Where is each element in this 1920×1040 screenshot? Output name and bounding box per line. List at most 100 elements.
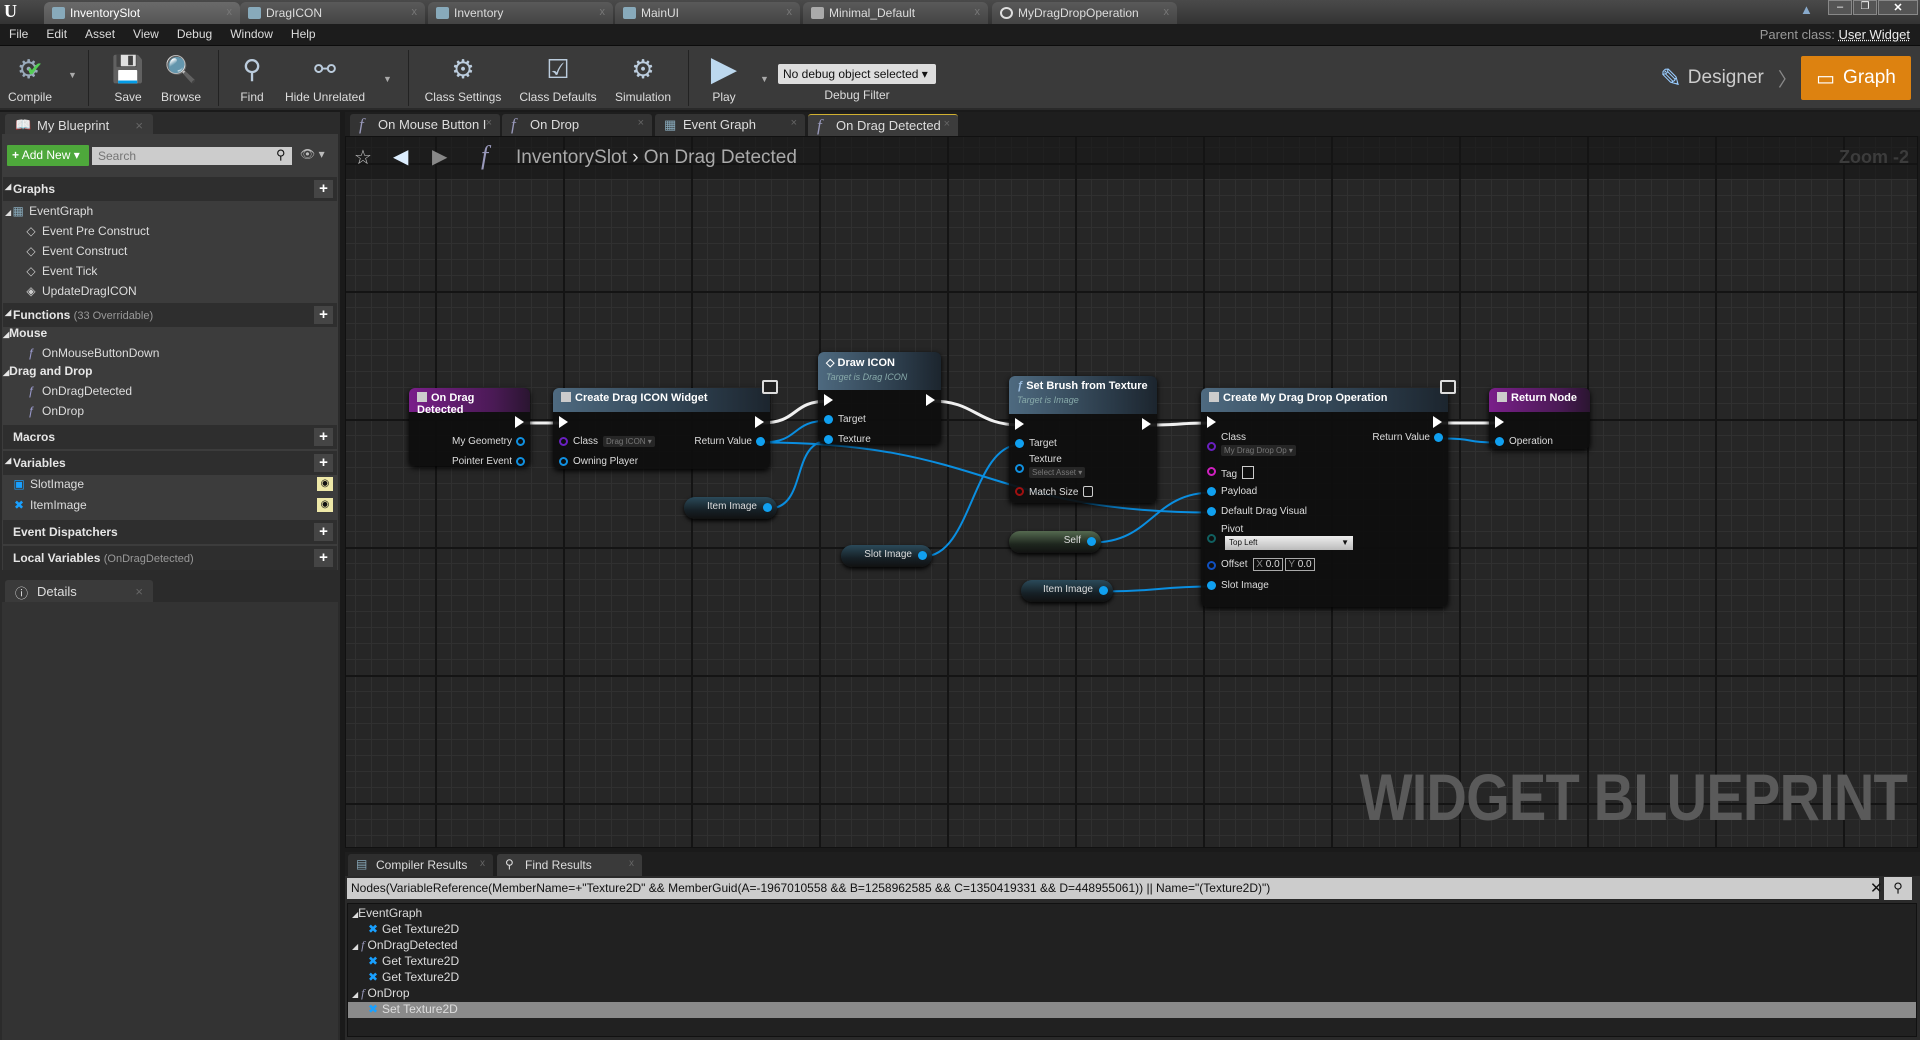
- class-defaults-button[interactable]: ☑ Class Defaults: [516, 50, 600, 105]
- menu-window[interactable]: Window: [221, 24, 282, 41]
- return-value-pin[interactable]: [756, 437, 765, 446]
- node-get-slot-image[interactable]: Slot Image: [841, 545, 932, 567]
- close-tab-icon[interactable]: x: [227, 6, 233, 18]
- result-item[interactable]: ◢ f OnDragDetected: [348, 938, 1916, 954]
- node-get-item-image[interactable]: Item Image: [1021, 580, 1113, 602]
- close-tab-icon[interactable]: ×: [791, 117, 797, 129]
- close-tab-icon[interactable]: x: [480, 858, 485, 869]
- menu-view[interactable]: View: [124, 24, 168, 41]
- favorite-star-icon[interactable]: ☆: [354, 145, 372, 170]
- section-event-dispatchers[interactable]: Event Dispatchers +: [3, 520, 337, 544]
- tag-pin[interactable]: [1207, 467, 1216, 476]
- exec-out-pin[interactable]: [755, 416, 764, 428]
- target-pin[interactable]: [824, 415, 833, 424]
- minimize-button[interactable]: –: [1828, 0, 1852, 15]
- graph-tab-on-drag-detected[interactable]: f On Drag Detected ×: [808, 114, 958, 136]
- slot-image-pin[interactable]: [1207, 581, 1216, 590]
- self-out-pin[interactable]: [1087, 537, 1096, 546]
- exec-in-pin[interactable]: [1015, 418, 1024, 430]
- target-pin[interactable]: [1015, 439, 1024, 448]
- maximize-button[interactable]: ❐: [1853, 0, 1877, 15]
- result-item[interactable]: ◢ f OnDrop: [348, 986, 1916, 1002]
- simulation-button[interactable]: ⚙ Simulation: [612, 50, 674, 105]
- exec-out-pin[interactable]: [926, 394, 935, 406]
- forward-arrow-icon[interactable]: ▶: [432, 144, 447, 169]
- clear-search-icon[interactable]: ✕: [1870, 879, 1883, 897]
- parent-class-link[interactable]: User Widget: [1838, 27, 1910, 42]
- section-macros[interactable]: Macros +: [3, 425, 337, 449]
- class-dropdown[interactable]: My Drag Drop Op ▾: [1221, 445, 1296, 456]
- tree-item-event[interactable]: ◈ UpdateDragICON: [24, 284, 136, 298]
- operation-pin[interactable]: [1495, 437, 1504, 446]
- add-graph-button[interactable]: +: [314, 180, 333, 198]
- add-local-variable-button[interactable]: +: [314, 549, 333, 567]
- default-drag-visual-pin[interactable]: [1207, 507, 1216, 516]
- play-options-dropdown[interactable]: ▼: [760, 74, 769, 84]
- breadcrumb-root[interactable]: InventorySlot: [516, 147, 627, 168]
- hide-unrelated-dropdown[interactable]: ▼: [383, 74, 392, 84]
- slot-image-out-pin[interactable]: [918, 551, 927, 560]
- exec-out-pin[interactable]: [1433, 416, 1442, 428]
- compile-options-dropdown[interactable]: ▼: [68, 70, 77, 80]
- node-on-drag-detected[interactable]: On Drag Detected My Geometry Pointer Eve…: [409, 388, 530, 467]
- pivot-pin[interactable]: [1207, 534, 1216, 543]
- close-window-button[interactable]: ✕: [1878, 0, 1918, 15]
- offset-y-input[interactable]: Y 0.0: [1285, 558, 1315, 571]
- close-tab-icon[interactable]: ×: [486, 117, 492, 129]
- offset-x-input[interactable]: X 0.0: [1253, 558, 1283, 571]
- tree-item-function[interactable]: ƒ OnDragDetected: [24, 384, 132, 398]
- graph-tab-on-mouse-button-down[interactable]: f On Mouse Button I ×: [350, 114, 500, 136]
- class-pin[interactable]: [1207, 442, 1216, 451]
- section-local-variables[interactable]: Local Variables (OnDragDetected) +: [3, 546, 337, 570]
- search-input[interactable]: [92, 147, 292, 165]
- graph-tab-on-drop[interactable]: f On Drop ×: [502, 114, 652, 136]
- payload-pin[interactable]: [1207, 487, 1216, 496]
- find-button[interactable]: ⚲ Find: [230, 50, 274, 105]
- my-geometry-pin[interactable]: [516, 437, 525, 446]
- tree-item-event[interactable]: ◇ Event Construct: [24, 244, 127, 258]
- category-drag-and-drop[interactable]: ◢Drag and Drop: [3, 364, 93, 378]
- tree-item-event[interactable]: ◇ Event Tick: [24, 264, 97, 278]
- view-options-eye-icon[interactable]: 👁 ▾: [300, 147, 325, 161]
- node-self[interactable]: Self: [1009, 531, 1101, 553]
- close-tab-icon[interactable]: x: [787, 6, 793, 18]
- close-tab-icon[interactable]: ×: [135, 118, 143, 133]
- add-function-button[interactable]: +: [314, 306, 333, 324]
- designer-mode-button[interactable]: ✎ Designer 〉: [1660, 58, 1797, 98]
- visibility-eye-toggle[interactable]: ◉: [317, 477, 333, 491]
- window-tab-dragicon[interactable]: DragICON x: [240, 2, 425, 24]
- tree-item-event[interactable]: ◇ Event Pre Construct: [24, 224, 149, 238]
- result-item[interactable]: ✖ Get Texture2D: [348, 954, 1916, 970]
- tree-item-eventgraph[interactable]: ◢▦ EventGraph: [5, 204, 93, 218]
- class-settings-button[interactable]: ⚙ Class Settings: [422, 50, 504, 105]
- close-tab-icon[interactable]: x: [1164, 6, 1170, 18]
- node-set-brush-from-texture[interactable]: ƒ Set Brush from Texture Target is Image …: [1009, 376, 1157, 503]
- pivot-dropdown[interactable]: Top Left ▼: [1225, 536, 1353, 550]
- tag-input[interactable]: [1242, 466, 1255, 479]
- menu-edit[interactable]: Edit: [37, 24, 76, 41]
- close-tab-icon[interactable]: x: [412, 6, 418, 18]
- tree-item-function[interactable]: ƒ OnMouseButtonDown: [24, 346, 160, 360]
- match-size-pin[interactable]: [1015, 487, 1024, 496]
- browse-button[interactable]: 🔍 Browse: [156, 50, 206, 105]
- save-button[interactable]: 💾 Save: [106, 50, 150, 105]
- window-tab-minimal-default[interactable]: Minimal_Default x: [803, 2, 988, 24]
- section-functions[interactable]: ◢ Functions (33 Overridable) +: [3, 303, 337, 327]
- window-tab-inventory[interactable]: Inventory x: [428, 2, 613, 24]
- graph-canvas[interactable]: ☆ ◀ ▶ f InventorySlot › On Drag Detected…: [345, 136, 1918, 848]
- window-tab-mydragdropoperation[interactable]: MyDragDropOperation x: [992, 2, 1177, 24]
- exec-in-pin[interactable]: [559, 416, 568, 428]
- exec-out-pin[interactable]: [1142, 418, 1151, 430]
- texture-asset-dropdown[interactable]: Select Asset ▾: [1029, 467, 1086, 478]
- offset-pin[interactable]: [1207, 561, 1216, 570]
- tab-compiler-results[interactable]: ▤ Compiler Results x: [348, 854, 493, 876]
- find-query-input[interactable]: Nodes(VariableReference(MemberName=+"Tex…: [347, 878, 1879, 899]
- window-tab-mainui[interactable]: MainUI x: [615, 2, 800, 24]
- hide-unrelated-button[interactable]: ⚯ Hide Unrelated: [284, 50, 366, 105]
- class-pin[interactable]: [559, 437, 568, 446]
- section-variables[interactable]: ◢ Variables +: [3, 451, 337, 475]
- exec-in-pin[interactable]: [824, 394, 833, 406]
- close-tab-icon[interactable]: x: [629, 858, 634, 869]
- back-arrow-icon[interactable]: ◀: [393, 144, 408, 169]
- return-value-pin[interactable]: [1434, 433, 1443, 442]
